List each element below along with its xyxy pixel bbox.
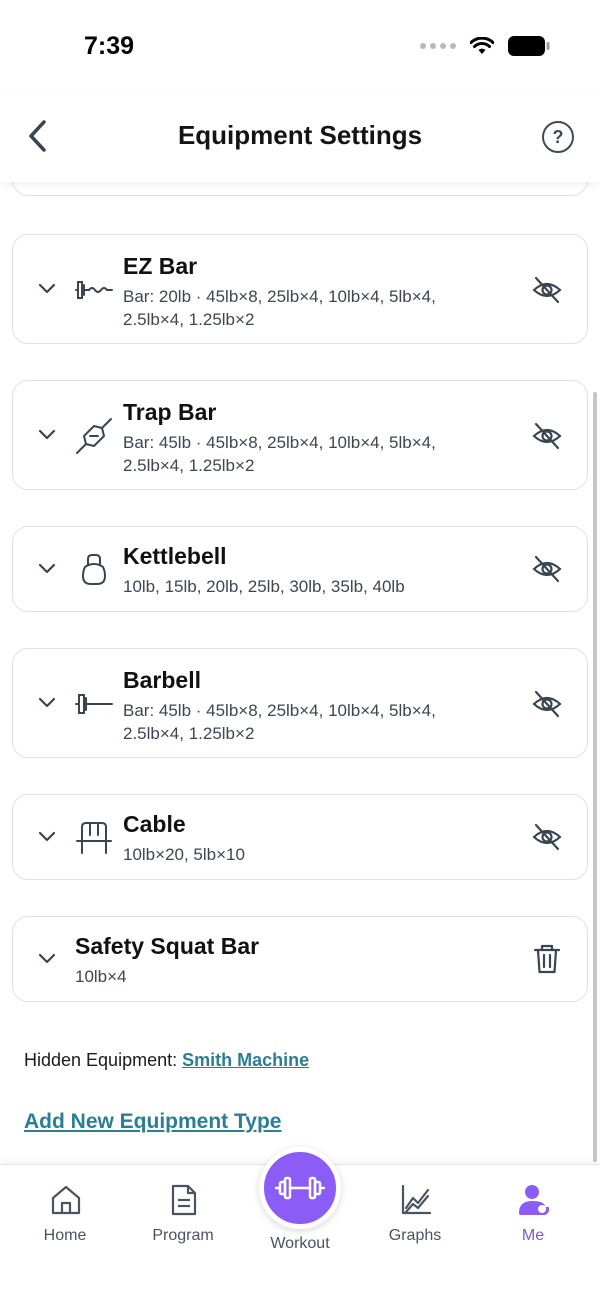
barbell-icon bbox=[73, 683, 115, 725]
chevron-down-icon bbox=[38, 697, 56, 708]
expand-button[interactable] bbox=[35, 947, 59, 971]
workout-button[interactable] bbox=[259, 1147, 341, 1229]
tab-bar: Home Program Workout Graphs Me bbox=[0, 1147, 600, 1304]
equipment-name: EZ Bar bbox=[123, 253, 198, 279]
battery-icon bbox=[508, 36, 550, 56]
hide-equipment-button[interactable] bbox=[529, 551, 565, 587]
equipment-name: Cable bbox=[123, 811, 186, 837]
tab-label: Home bbox=[43, 1227, 87, 1244]
chevron-down-icon bbox=[38, 563, 56, 574]
equipment-detail-line: 2.5lb×4, 1.25lb×2 bbox=[123, 310, 255, 329]
equipment-name: Trap Bar bbox=[123, 399, 217, 425]
hide-equipment-button[interactable] bbox=[529, 686, 565, 722]
equipment-detail: 10lb, 15lb, 20lb, 25lb, 30lb, 35lb, 40lb bbox=[123, 577, 405, 596]
expand-button[interactable] bbox=[35, 423, 59, 447]
chevron-down-icon bbox=[38, 953, 56, 964]
page-title: Equipment Settings bbox=[177, 120, 423, 150]
chevron-down-icon bbox=[38, 831, 56, 842]
equipment-card-barbell: Barbell Bar: 45lb · 45lb×8, 25lb×4, 10lb… bbox=[12, 648, 588, 758]
equipment-detail-line: 2.5lb×4, 1.25lb×2 bbox=[123, 724, 255, 743]
tab-me[interactable]: Me bbox=[483, 1165, 583, 1265]
equipment-list[interactable]: EZ Bar Bar: 20lb · 45lb×8, 25lb×4, 10lb×… bbox=[0, 182, 600, 1164]
equipment-detail-line: Bar: 45lb · 45lb×8, 25lb×4, 10lb×4, 5lb×… bbox=[123, 433, 436, 452]
status-indicators bbox=[420, 36, 550, 56]
help-button[interactable]: ? bbox=[542, 121, 574, 153]
chart-icon bbox=[399, 1183, 433, 1217]
hide-equipment-button[interactable] bbox=[529, 272, 565, 308]
equipment-card-ez-bar: EZ Bar Bar: 20lb · 45lb×8, 25lb×4, 10lb×… bbox=[12, 234, 588, 344]
equipment-card-trap-bar: Trap Bar Bar: 45lb · 45lb×8, 25lb×4, 10l… bbox=[12, 380, 588, 490]
question-mark-icon: ? bbox=[552, 126, 564, 147]
expand-button[interactable] bbox=[35, 691, 59, 715]
status-bar: 7:39 bbox=[0, 0, 600, 90]
equipment-detail: 10lb×20, 5lb×10 bbox=[123, 845, 245, 864]
trash-icon bbox=[533, 944, 561, 974]
equipment-detail: Bar: 20lb · 45lb×8, 25lb×4, 10lb×4, 5lb×… bbox=[123, 285, 436, 331]
eye-off-icon bbox=[532, 276, 562, 304]
tab-label: Program bbox=[152, 1227, 214, 1244]
equipment-name: Barbell bbox=[123, 667, 201, 693]
eye-off-icon bbox=[532, 823, 562, 851]
tab-label-workout[interactable]: Workout bbox=[240, 1235, 360, 1253]
home-icon bbox=[49, 1183, 83, 1217]
tab-label: Graphs bbox=[388, 1227, 442, 1244]
equipment-detail-line: Bar: 20lb · 45lb×8, 25lb×4, 10lb×4, 5lb×… bbox=[123, 287, 436, 306]
navigation-header: Equipment Settings ? bbox=[0, 90, 600, 182]
wifi-icon bbox=[470, 37, 494, 54]
eye-off-icon bbox=[532, 422, 562, 450]
eye-off-icon bbox=[532, 555, 562, 583]
dumbbell-icon bbox=[274, 1176, 326, 1200]
hide-equipment-button[interactable] bbox=[529, 819, 565, 855]
chevron-down-icon bbox=[38, 283, 56, 294]
scrollbar[interactable] bbox=[593, 392, 597, 1162]
equipment-detail-line: Bar: 45lb · 45lb×8, 25lb×4, 10lb×4, 5lb×… bbox=[123, 701, 436, 720]
status-time: 7:39 bbox=[84, 32, 135, 60]
equipment-card-cable: Cable 10lb×20, 5lb×10 bbox=[12, 794, 588, 880]
equipment-card-kettlebell: Kettlebell 10lb, 15lb, 20lb, 25lb, 30lb,… bbox=[12, 526, 588, 612]
equipment-card-partial bbox=[12, 182, 588, 196]
tab-home[interactable]: Home bbox=[15, 1165, 115, 1265]
tab-graphs[interactable]: Graphs bbox=[365, 1165, 465, 1265]
hidden-equipment-label: Hidden Equipment: bbox=[24, 1050, 178, 1070]
cable-machine-icon bbox=[73, 817, 115, 859]
home-indicator bbox=[210, 1289, 390, 1295]
add-equipment-type-link[interactable]: Add New Equipment Type bbox=[24, 1110, 281, 1134]
equipment-detail: Bar: 45lb · 45lb×8, 25lb×4, 10lb×4, 5lb×… bbox=[123, 699, 436, 745]
expand-button[interactable] bbox=[35, 277, 59, 301]
hidden-equipment-row: Hidden Equipment: Smith Machine bbox=[24, 1050, 309, 1071]
user-icon bbox=[517, 1183, 551, 1217]
tab-label: Me bbox=[521, 1227, 545, 1244]
trap-bar-icon bbox=[73, 415, 115, 457]
expand-button[interactable] bbox=[35, 825, 59, 849]
equipment-card-safety-squat-bar: Safety Squat Bar 10lb×4 bbox=[12, 916, 588, 1002]
ez-bar-icon bbox=[73, 269, 115, 311]
cellular-signal-icon bbox=[420, 43, 456, 49]
eye-off-icon bbox=[532, 690, 562, 718]
tab-program[interactable]: Program bbox=[133, 1165, 233, 1265]
equipment-name: Safety Squat Bar bbox=[75, 933, 260, 959]
kettlebell-icon bbox=[73, 549, 115, 591]
chevron-down-icon bbox=[38, 429, 56, 440]
equipment-detail: 10lb×4 bbox=[75, 967, 127, 986]
delete-equipment-button[interactable] bbox=[529, 941, 565, 977]
hidden-equipment-link[interactable]: Smith Machine bbox=[182, 1050, 309, 1070]
document-icon bbox=[167, 1183, 201, 1217]
equipment-detail: Bar: 45lb · 45lb×8, 25lb×4, 10lb×4, 5lb×… bbox=[123, 431, 436, 477]
hide-equipment-button[interactable] bbox=[529, 418, 565, 454]
expand-button[interactable] bbox=[35, 557, 59, 581]
equipment-detail-line: 2.5lb×4, 1.25lb×2 bbox=[123, 456, 255, 475]
equipment-name: Kettlebell bbox=[123, 543, 227, 569]
